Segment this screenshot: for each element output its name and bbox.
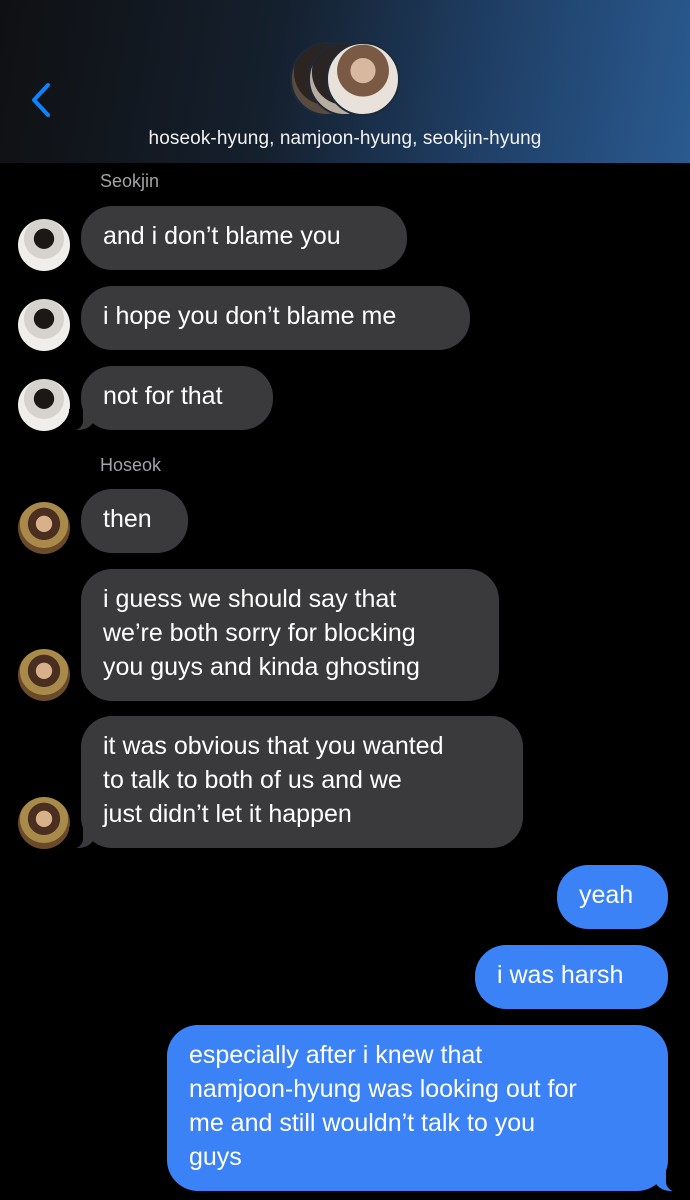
incoming-message[interactable]: and i don’t blame you xyxy=(81,206,407,270)
outgoing-message[interactable]: yeah xyxy=(557,865,668,929)
avatar[interactable] xyxy=(18,502,70,554)
message-line: namjoon-hyung was looking out for xyxy=(189,1075,577,1103)
message-line: it was obvious that you wanted xyxy=(103,732,444,760)
message-text: i was harsh xyxy=(497,961,624,989)
incoming-message[interactable]: it was obvious that you wanted to talk t… xyxy=(69,716,523,849)
message-text: not for that xyxy=(103,382,223,410)
message-line: me and still wouldn’t talk to you xyxy=(189,1109,536,1137)
message-line: guys xyxy=(189,1143,242,1171)
outgoing-message[interactable]: i was harsh xyxy=(475,945,668,1009)
message-line: you guys and kinda ghosting xyxy=(103,653,420,681)
chat-title[interactable]: hoseok-hyung, namjoon-hyung, seokjin-hyu… xyxy=(0,128,690,150)
message-line: to talk to both of us and we xyxy=(103,766,402,794)
sender-name-hoseok: Hoseok xyxy=(100,455,162,475)
avatar[interactable] xyxy=(18,797,70,849)
avatar[interactable] xyxy=(18,299,70,351)
group-avatar-stack[interactable] xyxy=(290,42,402,116)
avatar xyxy=(326,42,400,116)
message-line: i guess we should say that xyxy=(103,585,397,613)
chat-header: hoseok-hyung, namjoon-hyung, seokjin-hyu… xyxy=(0,0,690,163)
incoming-message[interactable]: i hope you don’t blame me xyxy=(81,286,470,350)
incoming-message[interactable]: i guess we should say that we’re both so… xyxy=(81,569,499,701)
incoming-message[interactable]: then xyxy=(81,489,188,553)
incoming-message[interactable]: not for that xyxy=(69,366,273,431)
message-text: then xyxy=(103,505,152,533)
message-line: we’re both sorry for blocking xyxy=(103,619,416,647)
back-chevron-icon[interactable] xyxy=(28,80,58,120)
message-line: just didn’t let it happen xyxy=(103,800,352,828)
avatar[interactable] xyxy=(18,379,70,431)
avatar[interactable] xyxy=(18,649,70,701)
message-text: and i don’t blame you xyxy=(103,222,341,250)
message-text: i hope you don’t blame me xyxy=(103,302,397,330)
outgoing-message[interactable]: especially after i knew that namjoon-hyu… xyxy=(167,1025,680,1192)
message-line: especially after i knew that xyxy=(189,1041,483,1069)
avatar[interactable] xyxy=(18,219,70,271)
message-text: yeah xyxy=(579,881,634,909)
sender-name-seokjin: Seokjin xyxy=(100,171,160,191)
